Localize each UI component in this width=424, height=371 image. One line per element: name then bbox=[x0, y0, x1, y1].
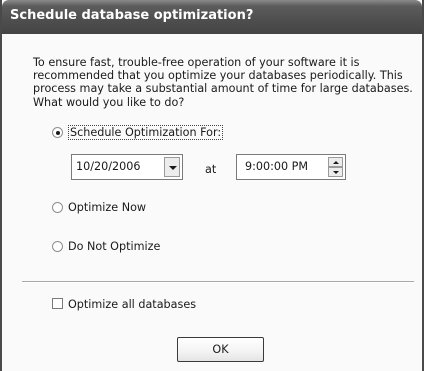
optimize-all-checkbox[interactable] bbox=[52, 298, 63, 309]
date-picker[interactable]: 10/20/2006 bbox=[71, 154, 183, 180]
ok-button[interactable]: OK bbox=[177, 337, 264, 362]
optimize-now-radio[interactable] bbox=[52, 202, 63, 213]
schedule-radio[interactable] bbox=[52, 127, 63, 138]
intro-line: To ensure fast, trouble-free operation o… bbox=[33, 56, 360, 69]
time-spin-down-button[interactable] bbox=[328, 167, 343, 177]
optimize-all-label[interactable]: Optimize all databases bbox=[68, 298, 196, 311]
dialog-window: Schedule database optimization? To ensur… bbox=[0, 0, 424, 371]
at-label: at bbox=[205, 163, 217, 176]
spin-down-icon bbox=[333, 171, 339, 174]
schedule-radio-label[interactable]: Schedule Optimization For: bbox=[68, 125, 224, 140]
dialog-title: Schedule database optimization? bbox=[10, 8, 254, 23]
time-spin-up-button[interactable] bbox=[328, 157, 343, 167]
date-value: 10/20/2006 bbox=[76, 160, 141, 173]
time-value: 9:00:00 PM bbox=[245, 160, 309, 173]
separator bbox=[22, 281, 414, 283]
do-not-optimize-label[interactable]: Do Not Optimize bbox=[68, 240, 160, 253]
focus-rectangle: Schedule Optimization For: bbox=[68, 125, 224, 140]
do-not-optimize-radio[interactable] bbox=[52, 241, 63, 252]
optimize-now-label[interactable]: Optimize Now bbox=[68, 201, 146, 214]
time-picker[interactable]: 9:00:00 PM bbox=[236, 154, 346, 180]
title-bar[interactable]: Schedule database optimization? bbox=[2, 0, 422, 34]
chevron-down-icon bbox=[169, 166, 177, 170]
intro-line: recommended that you optimize your datab… bbox=[33, 69, 403, 83]
intro-line: process may take a substantial amount of… bbox=[33, 82, 413, 96]
radio-selected-dot bbox=[56, 131, 60, 135]
intro-line: What would you like to do? bbox=[33, 95, 185, 109]
intro-text: To ensure fast, trouble-free operation o… bbox=[33, 56, 418, 109]
spin-up-icon bbox=[333, 161, 339, 164]
date-dropdown-button[interactable] bbox=[164, 157, 180, 177]
